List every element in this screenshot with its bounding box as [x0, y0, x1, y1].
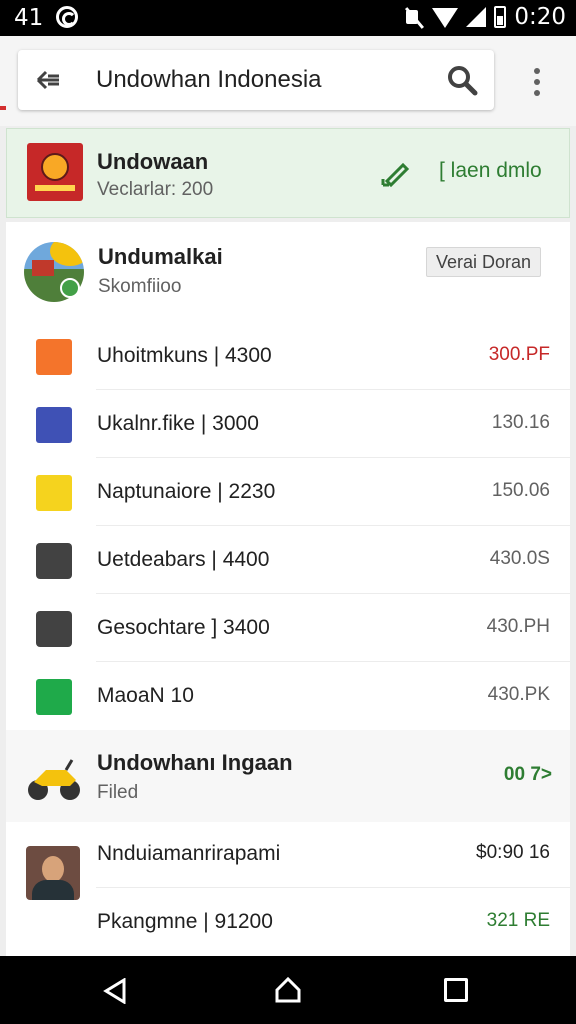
- list-item-value: 430.PK: [487, 684, 550, 705]
- list-item[interactable]: Naptunaiore | 2230 150.06: [6, 458, 570, 526]
- section-title: Undowhanı Ingaan: [97, 750, 293, 775]
- person-pin-icon: [36, 407, 72, 443]
- list-item[interactable]: MaoaN 10 430.PK: [6, 662, 570, 730]
- list-item-label: Gesochtare ] 3400: [97, 616, 270, 639]
- list-item-value: 321 RE: [486, 910, 550, 931]
- content-area: Undowaan Veclarlar: 200 [ laen dmlo Undu…: [0, 126, 576, 956]
- list-item-value: 150.06: [491, 480, 550, 501]
- featured-card[interactable]: Undowaan Veclarlar: 200 [ laen dmlo: [6, 128, 570, 218]
- header-action-button[interactable]: Verai Doran: [426, 247, 542, 277]
- wifi-icon: [432, 8, 459, 28]
- list-item-value: 300.PF: [488, 344, 550, 365]
- overflow-menu-icon[interactable]: [522, 66, 552, 98]
- featured-subtitle: Veclarlar: 200: [97, 179, 214, 200]
- list-item-label: MaoaN 10: [97, 684, 194, 707]
- list-item[interactable]: Pkangmne | 91200 321 RE: [6, 888, 570, 956]
- app-bar: Undowhan Indonesia: [0, 36, 576, 126]
- list-item-label: Ukalnr.fike | 3000: [97, 412, 259, 435]
- nav-back-icon[interactable]: [102, 978, 128, 1004]
- edit-pencil-icon[interactable]: [379, 157, 411, 189]
- status-icons: 0:20: [404, 4, 566, 30]
- search-bar[interactable]: Undowhan Indonesia: [18, 50, 494, 110]
- list-item-label: Pkangmne | 91200: [97, 910, 273, 933]
- list-item-value: 430.0S: [489, 548, 550, 569]
- face-icon: [36, 475, 72, 511]
- notification-icon: [56, 6, 78, 28]
- verified-badge-icon: [60, 278, 80, 298]
- list-item-value: 130.16: [491, 412, 550, 433]
- section-value: 00 7>: [503, 764, 552, 785]
- header-subtitle: Skomfiioo: [98, 276, 182, 297]
- featured-link[interactable]: [ laen dmlo: [439, 159, 542, 183]
- document-icon: [36, 543, 72, 579]
- leaf-icon: [36, 339, 72, 375]
- list-item[interactable]: Nnduiamanrirapami $0:90 16: [6, 822, 570, 900]
- emblem-logo: [27, 143, 83, 201]
- list-header: Undumalkai Skomfiioo Verai Doran: [6, 222, 570, 322]
- nav-home-icon[interactable]: [274, 976, 302, 1004]
- list-item[interactable]: Uetdeabars | 4400 430.0S: [6, 526, 570, 594]
- navigation-bar: [0, 956, 576, 1024]
- document-icon: [36, 611, 72, 647]
- search-input[interactable]: Undowhan Indonesia: [96, 66, 322, 94]
- list-item[interactable]: Ukalnr.fike | 3000 130.16: [6, 390, 570, 458]
- section-subtitle: Filed: [97, 782, 139, 803]
- signal-icon: [466, 7, 487, 27]
- list-item-label: Nnduiamanrirapami: [97, 842, 281, 865]
- list-item[interactable]: Gesochtare ] 3400 430.PH: [6, 594, 570, 662]
- motorcycle-icon: [28, 759, 80, 800]
- list-item-label: Naptunaiore | 2230: [97, 480, 276, 503]
- search-icon[interactable]: [444, 62, 480, 98]
- mute-icon: [404, 6, 424, 28]
- list-item[interactable]: Uhoitmkuns | 4300 300.PF: [6, 322, 570, 390]
- back-arrow-icon[interactable]: [32, 64, 64, 96]
- battery-icon: [494, 6, 507, 28]
- status-left-text: 41: [14, 5, 44, 31]
- play-icon: [36, 679, 72, 715]
- header-title: Undumalkai: [98, 244, 223, 269]
- edge-indicator: [0, 106, 6, 110]
- list-card: Undumalkai Skomfiioo Verai Doran Uhoitmk…: [6, 222, 570, 956]
- list-item-label: Uetdeabars | 4400: [97, 548, 270, 571]
- section-item[interactable]: Undowhanı Ingaan Filed 00 7>: [6, 730, 570, 822]
- list-item-value: 430.PH: [486, 616, 550, 637]
- list-item-label: Uhoitmkuns | 4300: [97, 344, 272, 367]
- list-item-value: $0:90 16: [476, 842, 550, 863]
- status-bar: 41 0:20: [0, 0, 576, 36]
- nav-recents-icon[interactable]: [444, 978, 468, 1002]
- status-clock: 0:20: [514, 4, 566, 30]
- featured-title: Undowaan: [97, 149, 209, 174]
